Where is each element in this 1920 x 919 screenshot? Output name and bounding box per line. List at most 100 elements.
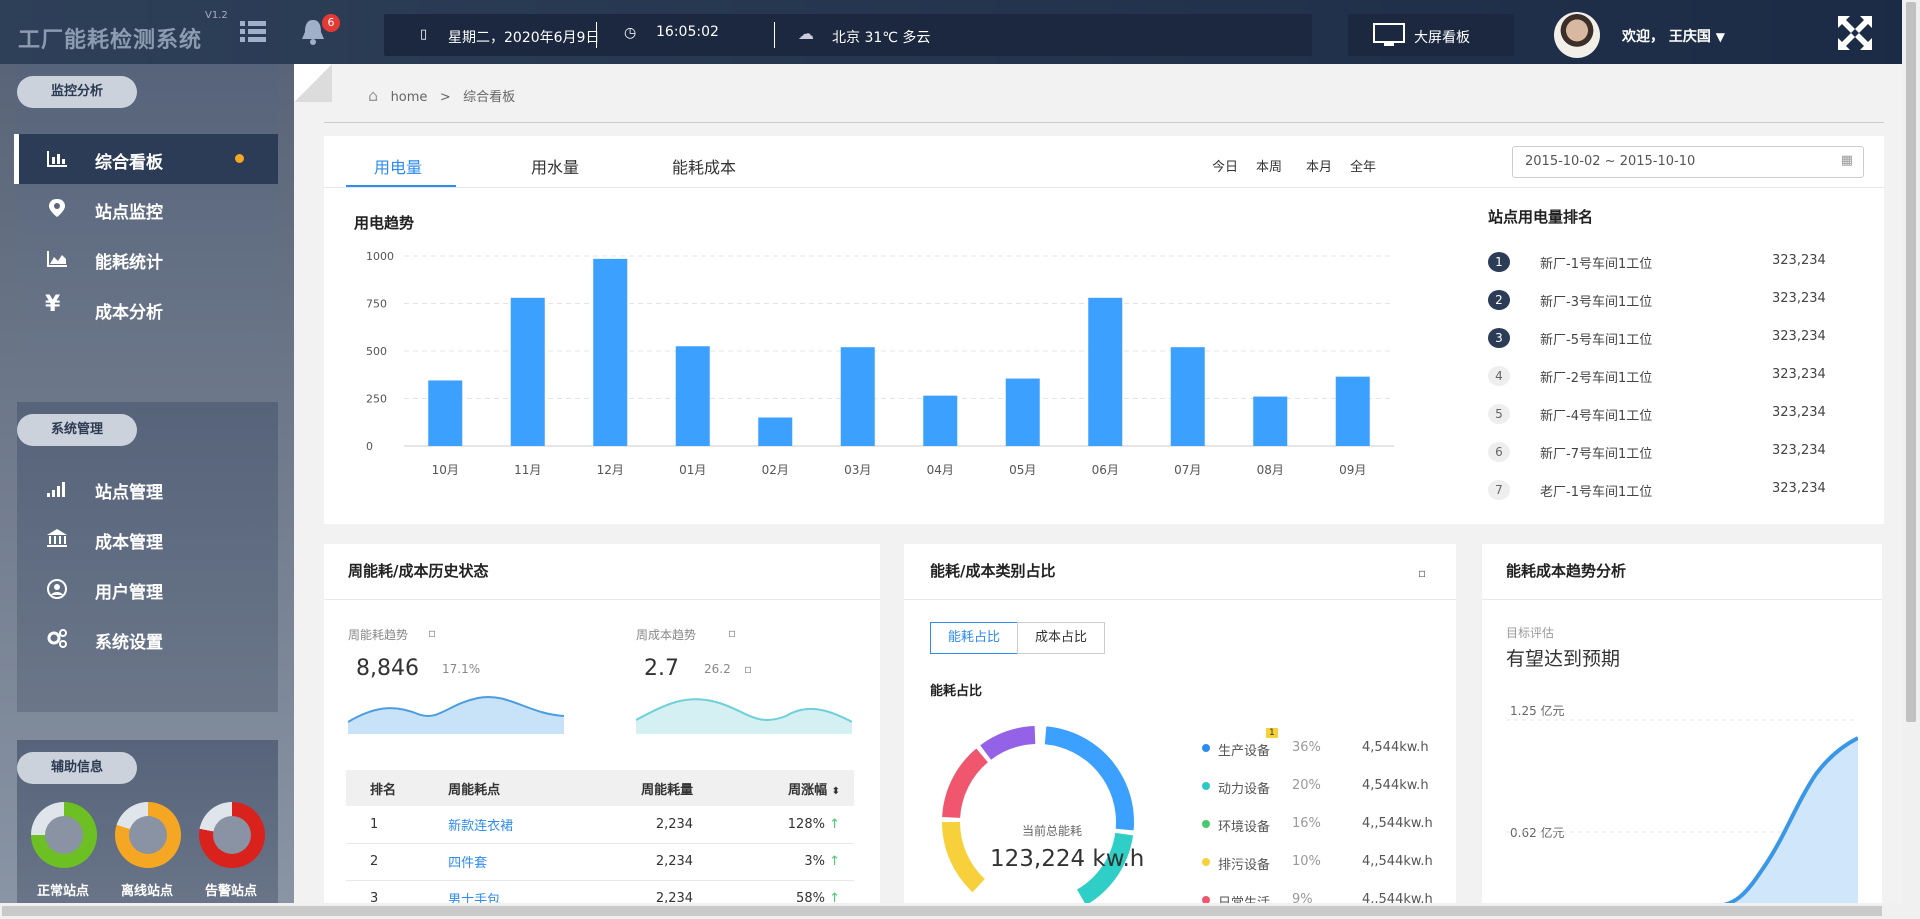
group-title-monitor: 监控分析 [17, 76, 137, 108]
bar [758, 417, 793, 446]
home-icon[interactable]: ⌂ [368, 86, 378, 105]
info-icon[interactable]: ▫ [728, 626, 736, 640]
rank-name: 新厂-7号车间1工位 [1540, 447, 1653, 462]
top-bar: 工厂能耗检测系统 V1.2 6 ▯ 星期二，2020年6月9日 ◷ 16:05:… [0, 0, 1920, 64]
period-today[interactable]: 今日 [1212, 156, 1238, 175]
time-text: 16:05:02 [656, 24, 719, 40]
cloud-icon: ☁ [798, 24, 814, 43]
legend-pct: 20% [1292, 778, 1321, 793]
arrow-up-icon: ↑ [829, 854, 840, 869]
tab-water[interactable]: 用水量 [531, 154, 579, 178]
legend-name: 动力设备 [1218, 782, 1271, 797]
energy-trend-label: 周能耗趋势 [348, 628, 409, 642]
legend-value: 4,544kw.h [1362, 740, 1429, 755]
electricity-card: 用电量 用水量 能耗成本 今日 本周 本月 全年 2015-10-02 ~ 20… [324, 136, 1884, 524]
legend-dot [1202, 744, 1210, 752]
donut-slice [1044, 726, 1134, 831]
menu-list-icon[interactable] [240, 20, 266, 42]
date-range-picker[interactable]: 2015-10-02 ~ 2015-10-10 ▦ [1512, 146, 1864, 178]
cost-trend-card: 能耗成本趋势分析 目标评估 有望达到预期 1.25 亿元 0.62 亿元 [1482, 544, 1882, 919]
signal-icon [47, 482, 65, 497]
big-screen-button[interactable]: 大屏看板 [1348, 14, 1514, 56]
sidebar-item-settings[interactable]: 系统设置 [17, 614, 278, 664]
rank-value: 323,234 [1772, 291, 1826, 306]
more-icon[interactable]: ▫ [1418, 566, 1426, 580]
sidebar-item-station-monitor[interactable]: 站点监控 [17, 184, 278, 234]
cell-growth: 3% ↑ [713, 843, 854, 881]
rank-value: 323,234 [1772, 443, 1826, 458]
sidebar-item-energy-stats[interactable]: 能耗统计 [17, 234, 278, 284]
info-icon[interactable]: ▫ [428, 626, 436, 640]
sidebar-item-station-manage[interactable]: 站点管理 [17, 464, 278, 514]
rank-name: 新厂-5号车间1工位 [1540, 333, 1653, 348]
rank-value: 323,234 [1772, 329, 1826, 344]
bar [428, 380, 463, 446]
big-screen-label: 大屏看板 [1414, 30, 1470, 46]
period-week[interactable]: 本周 [1256, 156, 1282, 175]
legend-dot [1202, 858, 1210, 866]
col-growth[interactable]: 周涨幅 ⬍ [713, 770, 854, 806]
y-tick-label: 500 [366, 345, 387, 358]
target-label: 目标评估 [1506, 626, 1555, 640]
rank-row[interactable]: 3 新厂-5号车间1工位 323,234 [1488, 326, 1828, 350]
fullscreen-icon[interactable] [1836, 14, 1874, 52]
rank-row[interactable]: 2 新厂-3号车间1工位 323,234 [1488, 288, 1828, 312]
y-tick-label: 750 [366, 298, 387, 311]
period-year[interactable]: 全年 [1350, 156, 1376, 175]
version-label: V1.2 [205, 10, 228, 21]
weekly-table: 排名 周能耗点 周能耗量 周涨幅 ⬍ 1 新款连衣裙 2,234 128% ↑ 2 四件套… [346, 770, 854, 918]
cost-share-toggle[interactable]: 成本占比 [1017, 622, 1105, 654]
cell-point[interactable]: 新款连衣裙 [424, 806, 564, 844]
location-pin-icon [49, 199, 65, 217]
legend-item[interactable]: 环境设备 16% 4,,544kw.h [1202, 814, 1452, 835]
breadcrumb-separator: > [439, 90, 451, 105]
info-bar: ▯ 星期二，2020年6月9日 ◷ 16:05:02 ☁ 北京 31℃ 多云 [384, 14, 1312, 56]
period-month[interactable]: 本月 [1306, 156, 1332, 175]
date-text: 星期二，2020年6月9日 [448, 30, 600, 46]
breadcrumb-current: 综合看板 [463, 90, 516, 105]
rank-value: 323,234 [1772, 367, 1826, 382]
col-point: 周能耗点 [424, 770, 564, 806]
energy-donut-chart [942, 726, 1134, 906]
rank-row[interactable]: 1 新厂-1号车间1工位 323,234 [1488, 250, 1828, 274]
vertical-scrollbar[interactable] [1902, 0, 1920, 919]
rank-row[interactable]: 6 新厂-7号车间1工位 323,234 [1488, 440, 1828, 464]
user-circle-icon [47, 579, 67, 599]
rank-row[interactable]: 5 新厂-4号车间1工位 323,234 [1488, 402, 1828, 426]
tab-energy-cost[interactable]: 能耗成本 [672, 154, 736, 178]
user-menu[interactable]: 欢迎， 王庆国 ▼ [1622, 26, 1725, 46]
cost-pct: 26.2 [704, 662, 731, 676]
rank-name: 老厂-1号车间1工位 [1540, 485, 1653, 500]
clock-icon: ◷ [624, 25, 637, 41]
bar [923, 395, 958, 446]
cell-growth: 128% ↑ [713, 806, 854, 844]
avatar[interactable] [1554, 12, 1600, 58]
legend-item[interactable]: 动力设备 20% 4,544kw.h [1202, 776, 1452, 797]
sidebar: 监控分析 综合看板 站点监控 能耗统计 ¥ 成本分析 系统管理 站点管理 成本管… [0, 64, 294, 919]
weather-text: 北京 31℃ 多云 [832, 30, 931, 46]
horizontal-scrollbar[interactable] [0, 903, 1902, 919]
breadcrumb-home[interactable]: home [391, 90, 428, 105]
rank-row[interactable]: 4 新厂-2号车间1工位 323,234 [1488, 364, 1828, 388]
legend-item[interactable]: 排污设备 10% 4,,544kw.h [1202, 852, 1452, 873]
sidebar-item-dashboard[interactable]: 综合看板 [14, 134, 278, 184]
energy-share-toggle[interactable]: 能耗占比 [930, 622, 1018, 654]
cell-rank: 2 [346, 843, 425, 881]
tab-electricity[interactable]: 用电量 [374, 154, 422, 178]
y-tick-label: 0 [366, 440, 373, 453]
legend-item[interactable]: 生产设备 36% 4,544kw.h 1 [1202, 728, 1452, 759]
cost-trend-label: 周成本趋势 [636, 628, 697, 642]
sidebar-item-cost-manage[interactable]: 成本管理 [17, 514, 278, 564]
sidebar-item-user-manage[interactable]: 用户管理 [17, 564, 278, 614]
bar [1088, 297, 1123, 446]
rank-number: 3 [1488, 328, 1510, 348]
cell-point[interactable]: 四件套 [424, 843, 564, 881]
group-title-aux: 辅助信息 [17, 752, 137, 784]
donut-slice [942, 822, 985, 893]
rank-row[interactable]: 7 老厂-1号车间1工位 323,234 [1488, 478, 1828, 502]
bank-icon [47, 529, 67, 547]
sidebar-item-cost-analysis[interactable]: ¥ 成本分析 [17, 284, 278, 334]
legend-dot [1202, 820, 1210, 828]
weekly-title: 周能耗/成本历史状态 [348, 562, 489, 580]
x-tick-label: 08月 [1257, 463, 1284, 477]
